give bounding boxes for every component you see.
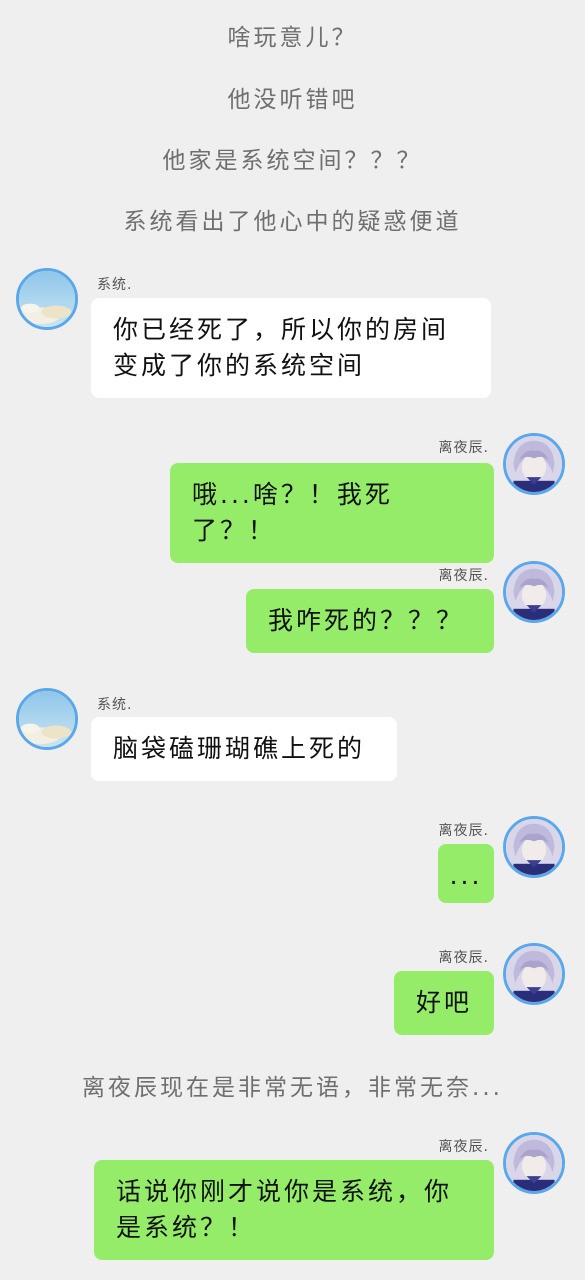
- message-bubble[interactable]: ...: [438, 844, 494, 903]
- sender-name: 离夜辰.: [438, 440, 489, 456]
- sender-name: 离夜辰.: [438, 568, 489, 584]
- user-avatar-icon[interactable]: [503, 433, 565, 495]
- sender-name: 离夜辰.: [438, 1139, 489, 1155]
- user-avatar-icon[interactable]: [503, 816, 565, 878]
- message-bubble[interactable]: 脑袋磕珊瑚礁上死的: [91, 717, 397, 781]
- sender-name: 离夜辰.: [438, 823, 489, 839]
- sender-name: 系统.: [97, 697, 133, 713]
- message-bubble[interactable]: 你已经死了，所以你的房间变成了你的系统空间: [91, 298, 491, 398]
- user-avatar-icon[interactable]: [503, 1132, 565, 1194]
- narration-text: 啥玩意儿？: [227, 25, 358, 51]
- chat-screen: 啥玩意儿？ 他没听错吧 他家是系统空间？？？ 系统看出了他心中的疑惑便道 系统.…: [0, 0, 585, 1280]
- sender-name: 离夜辰.: [438, 950, 489, 966]
- user-avatar-icon[interactable]: [503, 943, 565, 1005]
- narration-text: 离夜辰现在是非常无语，非常无奈...: [82, 1075, 503, 1101]
- user-avatar-icon[interactable]: [503, 561, 565, 623]
- system-avatar-icon[interactable]: [16, 688, 78, 750]
- message-bubble[interactable]: 我咋死的？？？: [246, 589, 494, 653]
- narration-text: 系统看出了他心中的疑惑便道: [123, 209, 462, 235]
- message-bubble[interactable]: 哦...啥？！我死了？！: [170, 463, 494, 563]
- system-avatar-icon[interactable]: [16, 268, 78, 330]
- sender-name: 系统.: [97, 277, 133, 293]
- message-bubble[interactable]: 好吧: [394, 971, 494, 1035]
- message-bubble[interactable]: 话说你刚才说你是系统，你是系统？！: [94, 1160, 494, 1260]
- narration-text: 他家是系统空间？？？: [162, 148, 423, 174]
- narration-text: 他没听错吧: [227, 87, 358, 113]
